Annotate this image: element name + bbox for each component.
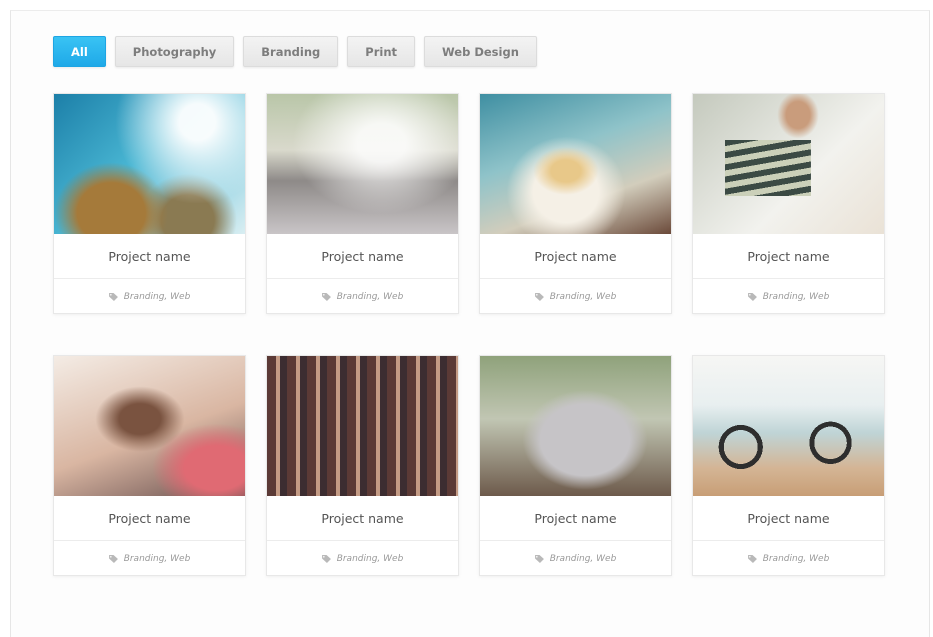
project-thumbnail[interactable] bbox=[54, 94, 245, 234]
project-tags-label: Branding, Web bbox=[336, 553, 404, 564]
project-name[interactable]: Project name bbox=[54, 496, 245, 541]
project-name[interactable]: Project name bbox=[267, 234, 458, 279]
project-tags: Branding, Web bbox=[54, 541, 245, 576]
project-tags-label: Branding, Web bbox=[336, 291, 404, 302]
project-card[interactable]: Project name Branding, Web bbox=[479, 355, 672, 576]
project-card[interactable]: Project name Branding, Web bbox=[53, 355, 246, 576]
tag-icon bbox=[321, 554, 331, 563]
project-card[interactable]: Project name Branding, Web bbox=[692, 355, 885, 576]
project-card[interactable]: Project name Branding, Web bbox=[53, 93, 246, 314]
project-name[interactable]: Project name bbox=[693, 234, 884, 279]
project-thumbnail[interactable] bbox=[267, 94, 458, 234]
project-tags-label: Branding, Web bbox=[549, 291, 617, 302]
tag-icon bbox=[747, 554, 757, 563]
project-tags-label: Branding, Web bbox=[549, 553, 617, 564]
project-card[interactable]: Project name Branding, Web bbox=[692, 93, 885, 314]
project-thumbnail[interactable] bbox=[267, 356, 458, 496]
portfolio-page: All Photography Branding Print Web Desig… bbox=[10, 10, 930, 637]
project-name[interactable]: Project name bbox=[693, 496, 884, 541]
project-thumbnail[interactable] bbox=[54, 356, 245, 496]
project-grid: Project name Branding, Web Project name … bbox=[53, 93, 885, 576]
filter-branding-button[interactable]: Branding bbox=[243, 36, 339, 67]
tag-icon bbox=[747, 292, 757, 301]
project-tags: Branding, Web bbox=[267, 541, 458, 576]
project-tags: Branding, Web bbox=[693, 279, 884, 314]
project-name[interactable]: Project name bbox=[267, 496, 458, 541]
project-tags: Branding, Web bbox=[693, 541, 884, 576]
project-tags-label: Branding, Web bbox=[123, 291, 191, 302]
tag-icon bbox=[108, 554, 118, 563]
filter-bar: All Photography Branding Print Web Desig… bbox=[53, 36, 537, 67]
project-card[interactable]: Project name Branding, Web bbox=[266, 93, 459, 314]
project-tags: Branding, Web bbox=[480, 279, 671, 314]
project-thumbnail[interactable] bbox=[480, 356, 671, 496]
project-tags-label: Branding, Web bbox=[762, 553, 830, 564]
tag-icon bbox=[534, 554, 544, 563]
filter-web-design-button[interactable]: Web Design bbox=[424, 36, 537, 67]
project-thumbnail[interactable] bbox=[693, 356, 884, 496]
project-tags-label: Branding, Web bbox=[123, 553, 191, 564]
filter-all-button[interactable]: All bbox=[53, 36, 106, 67]
project-tags-label: Branding, Web bbox=[762, 291, 830, 302]
tag-icon bbox=[321, 292, 331, 301]
project-tags: Branding, Web bbox=[267, 279, 458, 314]
project-name[interactable]: Project name bbox=[480, 496, 671, 541]
project-card[interactable]: Project name Branding, Web bbox=[479, 93, 672, 314]
project-tags: Branding, Web bbox=[54, 279, 245, 314]
project-card[interactable]: Project name Branding, Web bbox=[266, 355, 459, 576]
project-name[interactable]: Project name bbox=[480, 234, 671, 279]
tag-icon bbox=[108, 292, 118, 301]
filter-photography-button[interactable]: Photography bbox=[114, 36, 235, 67]
tag-icon bbox=[534, 292, 544, 301]
project-tags: Branding, Web bbox=[480, 541, 671, 576]
filter-print-button[interactable]: Print bbox=[347, 36, 416, 67]
project-thumbnail[interactable] bbox=[693, 94, 884, 234]
project-name[interactable]: Project name bbox=[54, 234, 245, 279]
project-thumbnail[interactable] bbox=[480, 94, 671, 234]
